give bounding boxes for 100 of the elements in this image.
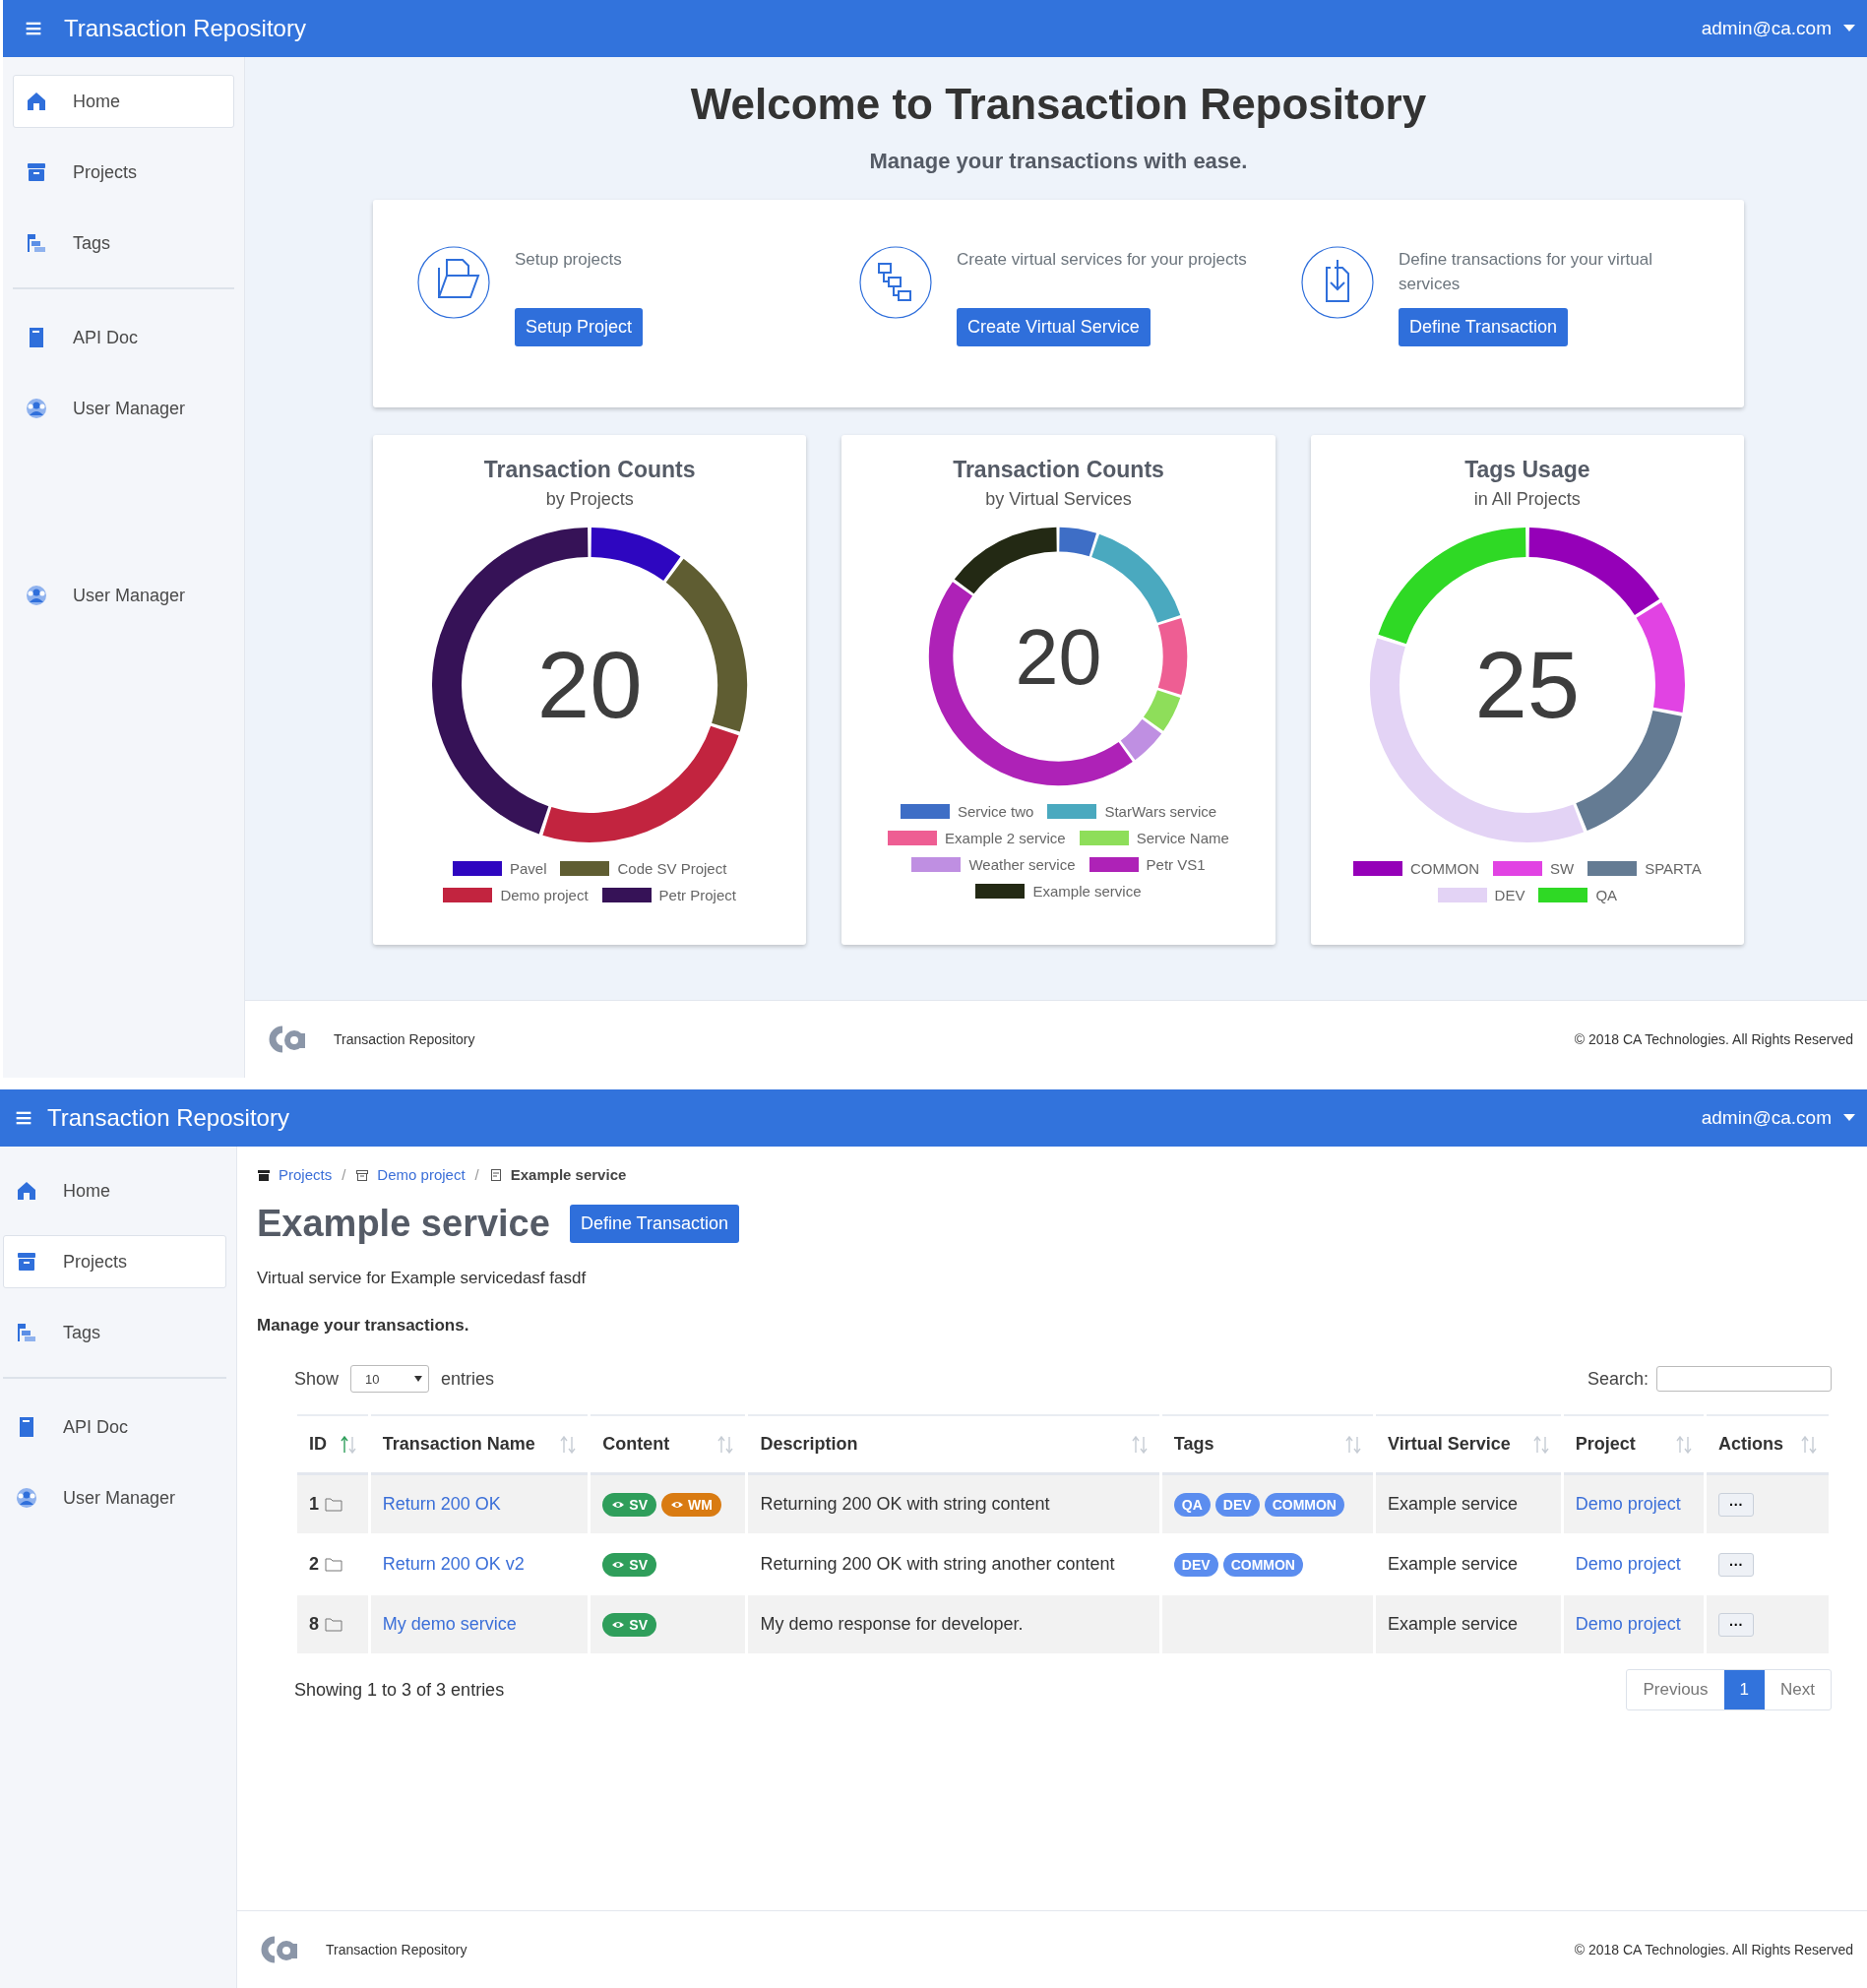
chart-subtitle: in All Projects [1473, 488, 1581, 510]
more-button[interactable]: ··· [1718, 1492, 1755, 1517]
action-button[interactable]: Setup Project [515, 307, 644, 346]
document-icon [488, 1167, 503, 1182]
legend-label: Service two [957, 802, 1034, 820]
users-icon [26, 585, 47, 606]
define-transaction-button[interactable]: Define Transaction [569, 1205, 739, 1243]
chart-subtitle: by Projects [545, 488, 634, 510]
user-menu[interactable]: admin@ca.com [1701, 18, 1855, 39]
legend-label: COMMON [1409, 859, 1479, 877]
page-title: Welcome to Transaction Repository [689, 79, 1428, 130]
menu-icon[interactable]: ≡ [0, 1103, 47, 1133]
archive-box-icon [26, 161, 47, 183]
legend-label: Service Name [1136, 829, 1229, 846]
total-count: 20 [1015, 617, 1102, 696]
sort-icon [340, 1435, 356, 1454]
home-icon [16, 1180, 37, 1202]
archive-box-icon [355, 1167, 370, 1182]
footer-text: Transaction Repository [326, 1942, 467, 1957]
sidebar-item[interactable]: Projects [3, 1235, 226, 1288]
entries-select[interactable]: 10 [350, 1365, 430, 1393]
section-heading: Manage your transactions. [257, 1316, 470, 1336]
table-cell: Example service [1376, 1475, 1561, 1535]
legend-label: Demo project [500, 886, 589, 903]
sidebar-item[interactable]: Tags [13, 217, 234, 270]
show-label: Show [294, 1368, 340, 1390]
caret-icon [1843, 1114, 1855, 1122]
chart-title: Transaction Counts [953, 456, 1164, 483]
sidebar-item[interactable]: User Manager [13, 382, 234, 435]
subtitle: Manage your transactions with ease. [868, 148, 1249, 174]
tag-badge: QA [1173, 1492, 1211, 1517]
breadcrumb-current: Example service [510, 1166, 627, 1183]
app-title: Transaction Repository [47, 1104, 289, 1132]
transaction-link[interactable]: Return 200 OK v2 [382, 1554, 525, 1574]
sidebar-item[interactable]: API Doc [3, 1400, 226, 1454]
table-cell: My demo response for developer. [748, 1595, 1159, 1655]
caret-icon [414, 1376, 423, 1382]
chart-title: Transaction Counts [483, 456, 696, 483]
sort-icon [1131, 1435, 1148, 1454]
total-count: 25 [1474, 637, 1581, 732]
table-info: Showing 1 to 3 of 3 entries [294, 1679, 505, 1701]
transaction-link[interactable]: Return 200 OK [382, 1494, 501, 1514]
users-icon [16, 1487, 37, 1509]
total-count: 20 [536, 637, 643, 732]
table-cell: Example service [1376, 1595, 1561, 1655]
breadcrumb-link[interactable]: Demo project [377, 1166, 466, 1183]
legend-label: QA [1595, 886, 1618, 903]
legend-label: SPARTA [1645, 859, 1702, 877]
more-button[interactable]: ··· [1718, 1552, 1755, 1577]
sort-icon [560, 1435, 577, 1454]
legend-label: Petr VS1 [1146, 855, 1206, 873]
home-icon [26, 91, 47, 112]
tag-badge: DEV [1173, 1552, 1218, 1577]
content-badge: SV [602, 1612, 656, 1637]
page-title: Example service [257, 1203, 550, 1245]
breadcrumb-link[interactable]: Projects [279, 1166, 333, 1183]
action-button[interactable]: Define Transaction [1399, 307, 1569, 346]
search-label: Search: [1587, 1368, 1649, 1390]
sidebar-item[interactable]: User Manager [13, 569, 234, 622]
more-button[interactable]: ··· [1718, 1612, 1755, 1637]
sort-icon [1801, 1435, 1817, 1454]
eye-icon [611, 1559, 626, 1570]
project-link[interactable]: Demo project [1575, 1554, 1681, 1574]
sidebar-item[interactable]: Home [13, 75, 234, 128]
menu-icon[interactable]: ≡ [3, 14, 64, 43]
chart-title: Tags Usage [1464, 456, 1590, 483]
archive-box-icon [257, 1167, 271, 1182]
legend-label: Code SV Project [617, 859, 727, 877]
sort-icon [1345, 1435, 1361, 1454]
legend-label: Example 2 service [945, 829, 1066, 846]
sidebar-item[interactable]: API Doc [13, 311, 234, 364]
legend-label: Example service [1032, 882, 1142, 900]
table-cell: Returning 200 OK with string content [748, 1475, 1159, 1535]
copyright-text: © 2018 CA Technologies. All Rights Reserved [1574, 1942, 1853, 1957]
page-button[interactable]: 1 [1723, 1670, 1766, 1709]
users-icon [26, 398, 47, 419]
legend-label: Weather service [968, 855, 1076, 873]
sidebar-item[interactable]: Projects [13, 146, 234, 199]
legend-label: DEV [1494, 886, 1525, 903]
archive-box-icon [16, 1251, 37, 1273]
eye-icon [611, 1499, 626, 1510]
sidebar-item[interactable]: Home [3, 1164, 226, 1217]
sidebar-item[interactable]: Tags [3, 1306, 226, 1359]
content-badge: WM [661, 1492, 721, 1517]
tag-badge: DEV [1214, 1492, 1260, 1517]
id-text: 8 [309, 1614, 319, 1635]
user-menu[interactable]: admin@ca.com [1701, 1107, 1855, 1129]
breadcrumb-separator: / [474, 1166, 479, 1183]
action-button[interactable]: Create Virtual Service [957, 307, 1151, 346]
footer-text: Transaction Repository [334, 1031, 475, 1047]
description-text: Virtual service for Example servicedasf fasdf [257, 1269, 588, 1288]
tag-badge: COMMON [1222, 1552, 1303, 1577]
app-title: Transaction Repository [64, 15, 306, 42]
folder-icon [325, 1617, 342, 1632]
search-field[interactable] [1656, 1366, 1832, 1392]
copyright-text: © 2018 CA Technologies. All Rights Reserved [1574, 1031, 1853, 1047]
tag-badge: COMMON [1264, 1492, 1344, 1517]
sidebar-item[interactable]: User Manager [3, 1471, 226, 1524]
sort-icon [1532, 1435, 1549, 1454]
caret-icon [1843, 25, 1855, 32]
